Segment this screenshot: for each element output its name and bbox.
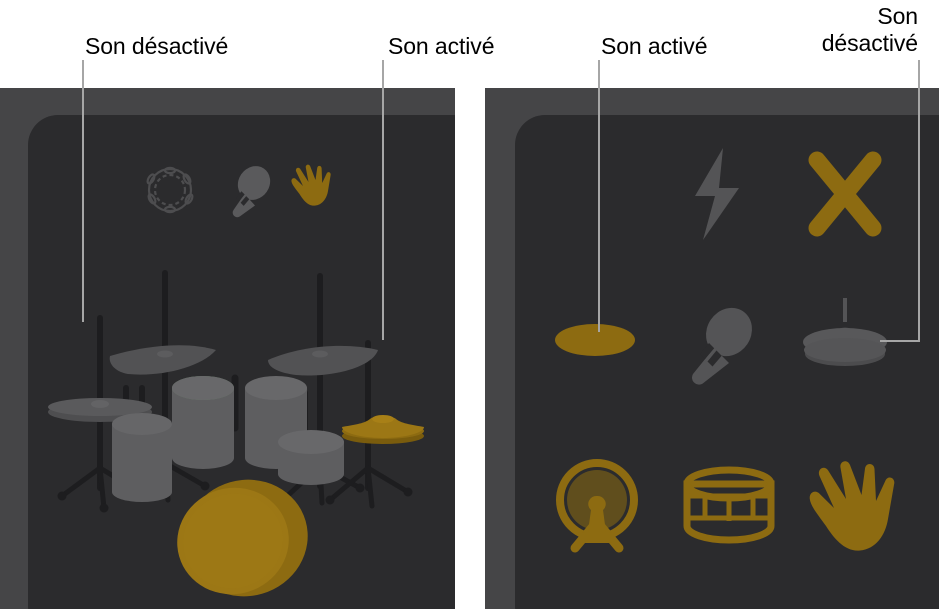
left-panel-drum-kit	[0, 88, 455, 609]
tambourine-icon[interactable]	[146, 166, 194, 214]
crash-cymbal-left[interactable]	[109, 345, 216, 375]
drum-kit-artwork	[0, 88, 455, 609]
tom-left[interactable]	[112, 413, 172, 502]
screenshot-stage: Son désactivé Son activé Son activé Son …	[0, 0, 939, 609]
drum-hardware	[57, 270, 413, 513]
leader-line-left-ride	[382, 60, 384, 340]
clap-hand-icon-left[interactable]	[291, 164, 331, 206]
leader-line-right-hihat-horizontal	[880, 340, 920, 342]
right-gray-hihat-icon[interactable]	[803, 298, 887, 366]
clap-hand-icon-right[interactable]	[809, 461, 895, 551]
leader-line-right-cymbal	[598, 60, 600, 332]
tom-mid-left[interactable]	[172, 376, 234, 469]
leader-line-left-hihat	[82, 60, 84, 322]
maraca-icon-left[interactable]	[231, 160, 276, 218]
callout-label-left-hihat: Son désactivé	[85, 33, 229, 59]
maraca-icon-right[interactable]	[692, 299, 761, 385]
left-gold-cymbal[interactable]	[342, 415, 424, 444]
drum-icon-grid-artwork	[485, 88, 939, 609]
bass-drum-icon[interactable]	[556, 459, 638, 553]
leader-line-right-hihat-vertical	[918, 60, 920, 342]
snare-drum-icon[interactable]	[683, 466, 775, 544]
callout-label-right-hihat: Son désactivé	[821, 3, 918, 56]
callout-label-left-ride: Son activé	[388, 33, 495, 59]
right-gold-cymbal-icon[interactable]	[555, 324, 635, 356]
snare-drum[interactable]	[278, 430, 344, 485]
crash-cymbal-right[interactable]	[268, 345, 378, 376]
callout-label-right-cymbal: Son activé	[601, 33, 708, 59]
bolt-icon[interactable]	[695, 148, 739, 240]
crossed-sticks-icon[interactable]	[808, 151, 882, 237]
right-panel-icon-grid	[485, 88, 939, 609]
